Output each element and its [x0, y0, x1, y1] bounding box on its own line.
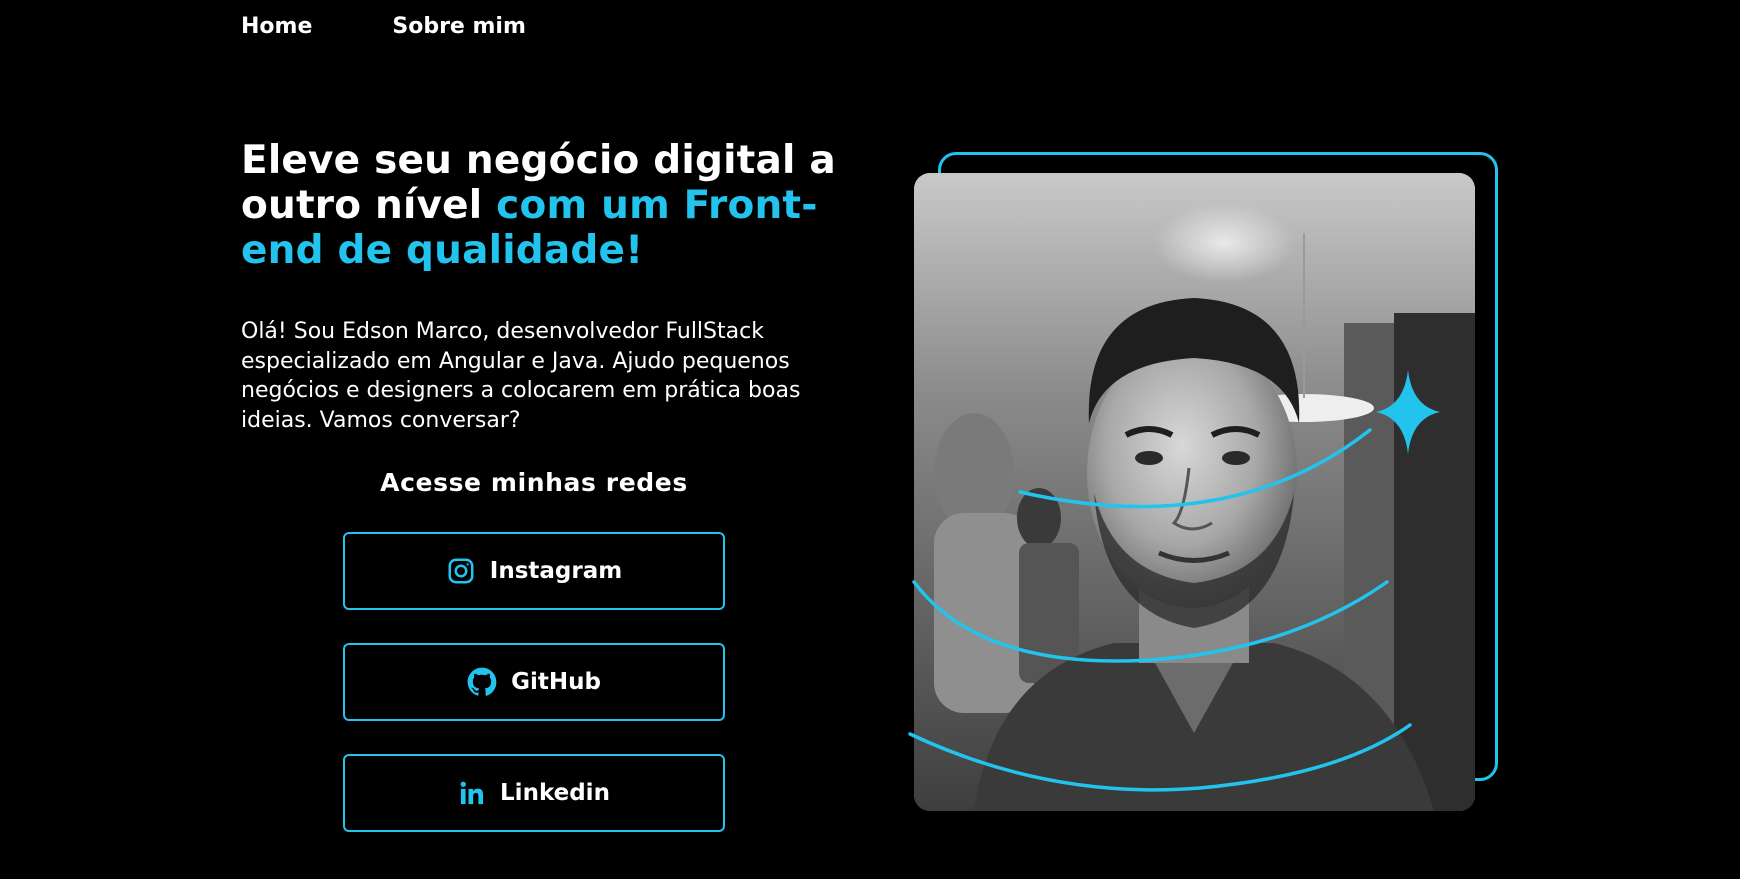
social-title: Acesse minhas redes — [380, 468, 688, 497]
github-button[interactable]: GitHub — [343, 643, 725, 721]
nav-about-link[interactable]: Sobre mim — [392, 14, 526, 39]
instagram-button[interactable]: Instagram — [343, 532, 725, 610]
linkedin-icon — [458, 779, 486, 807]
profile-photo — [914, 173, 1475, 811]
instagram-icon — [446, 556, 476, 586]
instagram-label: Instagram — [489, 558, 623, 584]
github-label: GitHub — [511, 669, 601, 695]
hero-headline: Eleve seu negócio digital a outro nível … — [241, 138, 841, 273]
intro-paragraph: Olá! Sou Edson Marco, desenvolvedor Full… — [241, 319, 801, 433]
github-icon — [467, 667, 497, 697]
hero-section: Eleve seu negócio digital a outro nível … — [241, 138, 841, 435]
nav-home-link[interactable]: Home — [241, 14, 312, 39]
linkedin-button[interactable]: Linkedin — [343, 754, 725, 832]
linkedin-label: Linkedin — [500, 780, 610, 806]
main-nav: Home Sobre mim — [241, 14, 526, 39]
